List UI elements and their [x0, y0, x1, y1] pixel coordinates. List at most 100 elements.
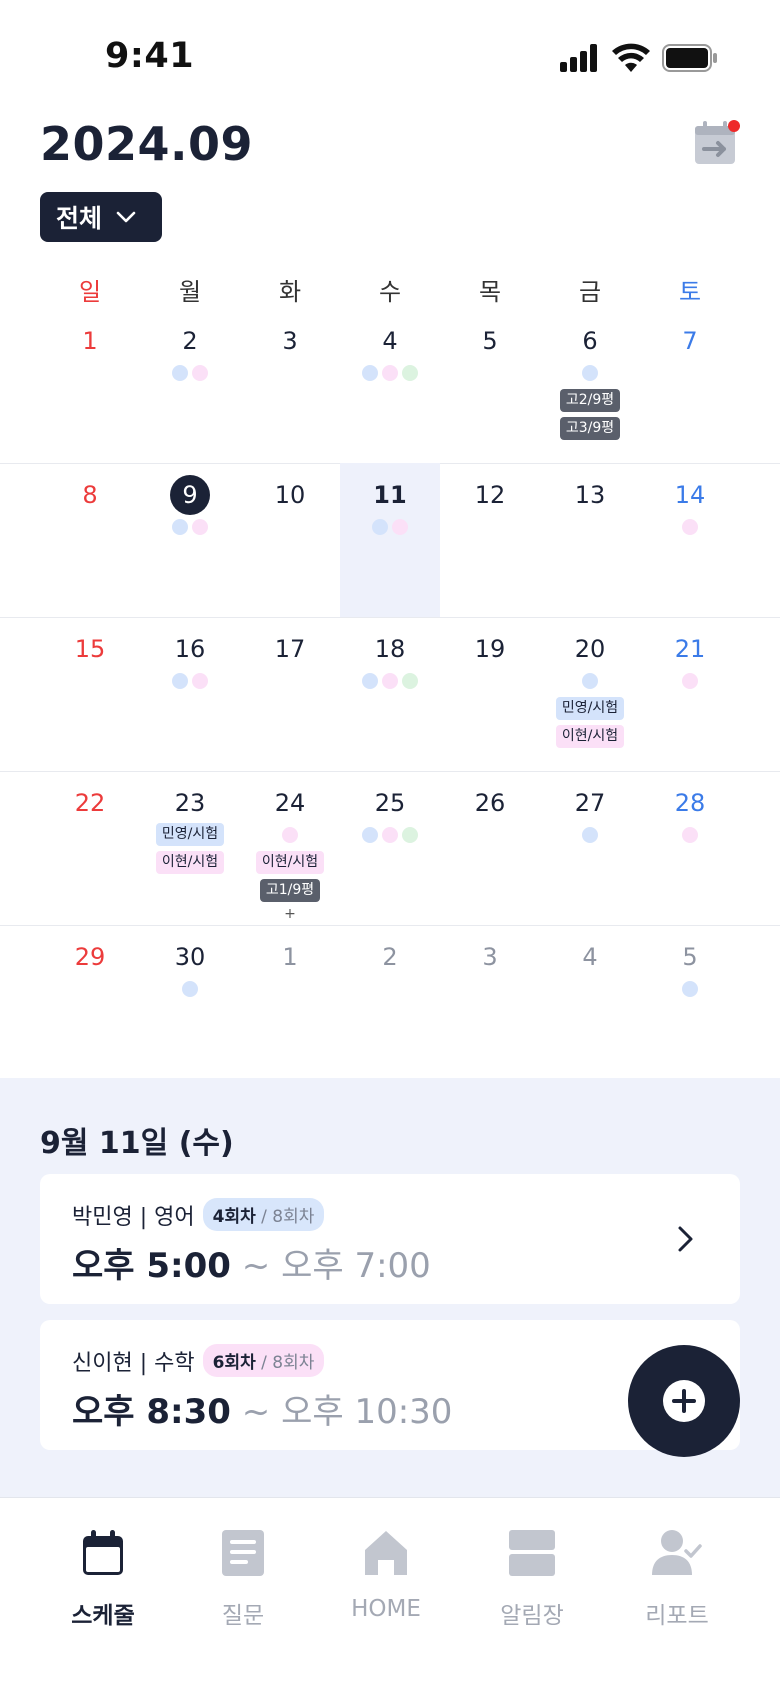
calendar-day[interactable]: 19 — [440, 617, 540, 771]
event-tag[interactable]: 민영/시험 — [155, 823, 225, 846]
calendar-day[interactable]: 4 — [540, 925, 640, 1079]
calendar-day[interactable]: 14 — [640, 463, 740, 617]
chevron-right-icon[interactable] — [676, 1224, 696, 1254]
event-tag[interactable]: 이현/시험 — [155, 851, 225, 874]
tab-label: 알림장 — [500, 1603, 564, 1629]
calendar-day[interactable]: 25 — [340, 771, 440, 925]
signal-icon — [560, 44, 597, 72]
day-number-text: 11 — [373, 481, 407, 509]
event-dots — [340, 673, 440, 689]
event-dots — [140, 673, 240, 689]
calendar-day[interactable]: 29 — [40, 925, 140, 1079]
event-tag[interactable]: 이현/시험 — [555, 725, 625, 748]
day-number: 2 — [140, 321, 240, 361]
calendar-day[interactable]: 2 — [340, 925, 440, 1079]
calendar-day[interactable]: 27 — [540, 771, 640, 925]
chevron-down-icon — [116, 211, 136, 223]
day-number-text: 16 — [174, 635, 206, 663]
event-tags: 민영/시험이현/시험 — [540, 697, 640, 748]
day-number: 1 — [40, 321, 140, 361]
calendar-day[interactable]: 8 — [40, 463, 140, 617]
status-time: 9:41 — [105, 36, 195, 76]
status-bar: 9:41 — [0, 0, 780, 110]
calendar-day[interactable]: 6 고2/9평 고3/9평 — [540, 309, 640, 463]
tab-home[interactable]: HOME — [316, 1526, 456, 1622]
day-number-text: 5 — [682, 943, 698, 971]
add-schedule-button[interactable] — [628, 1345, 740, 1457]
calendar-day[interactable]: 15 — [40, 617, 140, 771]
weekday-header: 수 — [378, 278, 402, 306]
event-dot — [362, 827, 378, 843]
day-number: 16 — [140, 629, 240, 669]
calendar-day[interactable]: 4 — [340, 309, 440, 463]
calendar-day[interactable]: 13 — [540, 463, 640, 617]
event-dots — [140, 365, 240, 381]
day-number-text: 9 — [170, 475, 210, 515]
day-number: 21 — [640, 629, 740, 669]
day-number-text: 30 — [174, 943, 206, 971]
calendar-export-button[interactable] — [692, 118, 742, 168]
weekday-header: 토 — [678, 278, 702, 306]
day-number: 5 — [440, 321, 540, 361]
calendar-day[interactable]: 1 — [40, 309, 140, 463]
day-number: 27 — [540, 783, 640, 823]
calendar-day[interactable]: 24 이현/시험 고1/9평 + — [240, 771, 340, 925]
calendar-day[interactable]: 17 — [240, 617, 340, 771]
event-dot — [682, 981, 698, 997]
tab-label: HOME — [351, 1596, 421, 1622]
more-events-indicator[interactable]: + — [284, 907, 296, 921]
calendar-day[interactable]: 18 — [340, 617, 440, 771]
calendar-day[interactable]: 11 — [340, 463, 440, 617]
tab-report[interactable]: 리포트 — [607, 1526, 747, 1630]
calendar-day[interactable]: 26 — [440, 771, 540, 925]
tab-questions[interactable]: 질문 — [173, 1526, 313, 1630]
tab-notice[interactable]: 알림장 — [462, 1526, 602, 1630]
day-number: 3 — [240, 321, 340, 361]
calendar-day[interactable]: 3 — [440, 925, 540, 1079]
event-dot — [172, 365, 188, 381]
day-number-text: 5 — [482, 327, 498, 355]
calendar-day[interactable]: 5 — [640, 925, 740, 1079]
calendar-day[interactable]: 10 — [240, 463, 340, 617]
day-number: 30 — [140, 937, 240, 977]
plus-circle-icon — [663, 1380, 705, 1422]
day-number-text: 19 — [474, 635, 506, 663]
day-number-text: 20 — [574, 635, 606, 663]
event-dots — [340, 365, 440, 381]
calendar-day[interactable]: 2 — [140, 309, 240, 463]
lesson-end-time: ~ 오후 7:00 — [230, 1246, 431, 1286]
day-number-text: 15 — [74, 635, 106, 663]
calendar-day[interactable]: 1 — [240, 925, 340, 1079]
calendar-day[interactable]: 12 — [440, 463, 540, 617]
event-dots — [640, 519, 740, 535]
event-tag[interactable]: 이현/시험 — [255, 851, 325, 874]
calendar-day[interactable]: 30 — [140, 925, 240, 1079]
event-tag[interactable]: 고3/9평 — [559, 417, 621, 440]
calendar-day[interactable]: 7 — [640, 309, 740, 463]
session-current: 6회차 — [212, 1353, 256, 1373]
day-number: 4 — [540, 937, 640, 977]
calendar-day[interactable]: 22 — [40, 771, 140, 925]
calendar-day[interactable]: 20 민영/시험이현/시험 — [540, 617, 640, 771]
lesson-card[interactable]: 박민영 | 영어 4회차 / 8회차 오후 5:00 ~ 오후 7:00 — [40, 1174, 740, 1304]
calendar-day[interactable]: 21 — [640, 617, 740, 771]
calendar-day[interactable]: 16 — [140, 617, 240, 771]
calendar-day[interactable]: 23 민영/시험 이현/시험 — [140, 771, 240, 925]
event-tag[interactable]: 고2/9평 — [559, 389, 621, 412]
day-number: 5 — [640, 937, 740, 977]
event-tag[interactable]: 민영/시험 — [555, 697, 625, 720]
battery-icon — [662, 44, 717, 72]
day-number-text: 8 — [82, 481, 98, 509]
event-dots — [140, 519, 240, 535]
day-number-text: 4 — [582, 943, 598, 971]
event-dot — [402, 827, 418, 843]
filter-dropdown[interactable]: 전체 — [40, 192, 162, 242]
day-number: 28 — [640, 783, 740, 823]
calendar-day[interactable]: 28 — [640, 771, 740, 925]
event-dots — [240, 827, 340, 843]
calendar-day[interactable]: 3 — [240, 309, 340, 463]
tab-schedule[interactable]: 스케줄 — [33, 1526, 173, 1630]
calendar-day[interactable]: 5 — [440, 309, 540, 463]
calendar-day[interactable]: 9 — [140, 463, 240, 617]
event-tag[interactable]: 고1/9평 — [259, 879, 321, 902]
